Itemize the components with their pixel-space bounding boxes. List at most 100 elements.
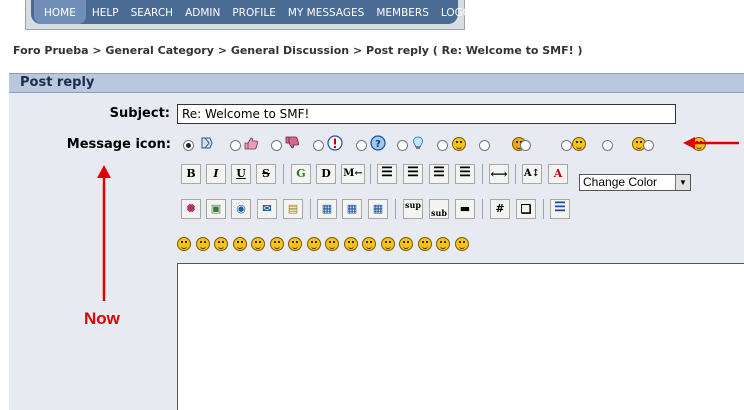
question-icon: ? [370, 135, 386, 151]
shadow-button[interactable]: D [316, 164, 336, 184]
breadcrumb-forum[interactable]: Foro Prueba [13, 44, 89, 57]
breadcrumb-board[interactable]: General Discussion [231, 44, 349, 57]
toolbar-divider [482, 164, 483, 184]
bold-button[interactable]: B [181, 164, 201, 184]
font-size-button[interactable]: A↕ [522, 164, 542, 184]
icon-radio-exclamation[interactable] [313, 140, 324, 151]
breadcrumb-sep: > [217, 44, 227, 57]
toolbar-divider [283, 164, 284, 184]
chevron-down-icon: ▼ [675, 175, 690, 190]
annotation-arrow-left-icon [683, 137, 739, 149]
smiley-icon [452, 137, 466, 151]
thumbup-icon [244, 137, 259, 150]
smiley-icon[interactable] [177, 237, 191, 251]
code-button[interactable]: # [490, 199, 510, 219]
align-left-button[interactable]: ☰ [403, 164, 423, 184]
lamp-icon [413, 136, 423, 149]
icon-radio-cheesy[interactable] [520, 140, 531, 151]
email-button[interactable]: ✉ [257, 199, 277, 219]
list-button[interactable]: ☰ [550, 199, 570, 219]
main-nav-frame: HOME HELP SEARCH ADMIN PROFILE MY MESSAG… [25, 0, 485, 30]
icon-radio-thumbdown[interactable] [271, 140, 282, 151]
huh-icon[interactable] [325, 237, 339, 251]
annotation-arrow-up-icon [97, 165, 111, 301]
align-center-button[interactable]: ☰ [429, 164, 449, 184]
icon-radio-sad[interactable] [602, 140, 613, 151]
teletype-button[interactable]: ▬ [455, 199, 475, 219]
sad-icon[interactable] [269, 237, 284, 251]
nav-logout[interactable]: LOGOUT [435, 0, 491, 24]
shocked-icon[interactable] [288, 237, 302, 251]
toolbar-divider [370, 164, 371, 184]
nav-profile[interactable]: PROFILE [226, 0, 282, 24]
angry-icon[interactable] [251, 237, 265, 251]
icon-radio-thumbup[interactable] [230, 140, 241, 151]
xx-icon [201, 137, 213, 149]
icon-radio-wink[interactable] [643, 140, 654, 151]
change-color-select[interactable]: Change Color ▼ [579, 174, 691, 191]
table-column-button[interactable]: ▦ [368, 199, 388, 219]
nav-help[interactable]: HELP [86, 0, 125, 24]
kiss-icon[interactable] [436, 237, 450, 251]
breadcrumb: Foro Prueba > General Category > General… [13, 44, 583, 57]
pre-button[interactable]: ☰ [377, 164, 397, 184]
font-face-button[interactable]: A [548, 164, 568, 184]
superscript-button[interactable]: sup [403, 199, 423, 219]
thumbdown-icon [285, 136, 300, 149]
icon-radio-angry[interactable] [479, 140, 490, 151]
toolbar-divider [482, 199, 483, 219]
message-textarea[interactable] [177, 263, 744, 410]
nav-home[interactable]: HOME [34, 0, 86, 24]
svg-text:?: ? [375, 139, 381, 150]
quote-button[interactable]: ❑ [516, 199, 536, 219]
subject-input[interactable] [177, 104, 676, 124]
horizontal-rule-button[interactable]: ⟷ [489, 164, 509, 184]
italic-button[interactable]: I [206, 164, 226, 184]
table-button[interactable]: ▦ [317, 199, 337, 219]
exclamation-icon [327, 135, 343, 151]
nav-members[interactable]: MEMBERS [370, 0, 435, 24]
flash-button[interactable]: ✺ [181, 199, 201, 219]
hyperlink-button[interactable]: ◉ [231, 199, 251, 219]
move-button[interactable]: M← [341, 164, 365, 184]
main-nav: HOME HELP SEARCH ADMIN PROFILE MY MESSAG… [31, 0, 485, 24]
undecided-icon[interactable] [417, 237, 432, 251]
icon-radio-lamp[interactable] [397, 140, 408, 151]
subscript-button[interactable]: sub [429, 199, 449, 219]
lips-sealed-icon[interactable] [399, 237, 413, 251]
toolbar-divider [395, 199, 396, 219]
nav-search[interactable]: SEARCH [125, 0, 179, 24]
icon-radio-xx[interactable] [183, 140, 194, 151]
image-button[interactable]: ▣ [206, 199, 226, 219]
cheesy-icon[interactable] [214, 237, 228, 251]
annotation-now-label: Now [84, 309, 120, 328]
message-icon-row: ? [181, 135, 707, 153]
nav-admin[interactable]: ADMIN [179, 0, 226, 24]
underline-button[interactable]: U [231, 164, 251, 184]
toolbar-divider [543, 199, 544, 219]
nav-my-messages[interactable]: MY MESSAGES [282, 0, 370, 24]
table-row-button[interactable]: ▦ [342, 199, 362, 219]
post-reply-titlebar: Post reply [9, 73, 744, 93]
breadcrumb-category[interactable]: General Category [105, 44, 213, 57]
breadcrumb-sep: > [92, 44, 102, 57]
smiley-bar [177, 237, 469, 251]
change-color-value: Change Color [583, 175, 658, 189]
cry-icon[interactable] [454, 237, 469, 251]
grin-icon[interactable] [232, 237, 247, 251]
ftp-button[interactable]: ▤ [283, 199, 303, 219]
icon-radio-question[interactable] [356, 140, 367, 151]
roll-eyes-icon[interactable] [343, 237, 358, 251]
align-right-button[interactable]: ☰ [455, 164, 475, 184]
cool-icon[interactable] [306, 237, 321, 251]
tongue-icon[interactable] [362, 237, 376, 251]
embarrassed-icon[interactable] [380, 237, 395, 251]
strike-button[interactable]: S [256, 164, 276, 184]
breadcrumb-current: Post reply ( Re: Welcome to SMF! ) [366, 44, 583, 57]
page-title: Post reply [20, 75, 95, 90]
glow-button[interactable]: G [291, 164, 311, 184]
message-icon-label: Message icon: [66, 137, 171, 152]
wink-icon[interactable] [195, 237, 210, 251]
icon-radio-laugh[interactable] [561, 140, 572, 151]
icon-radio-smiley[interactable] [437, 140, 448, 151]
